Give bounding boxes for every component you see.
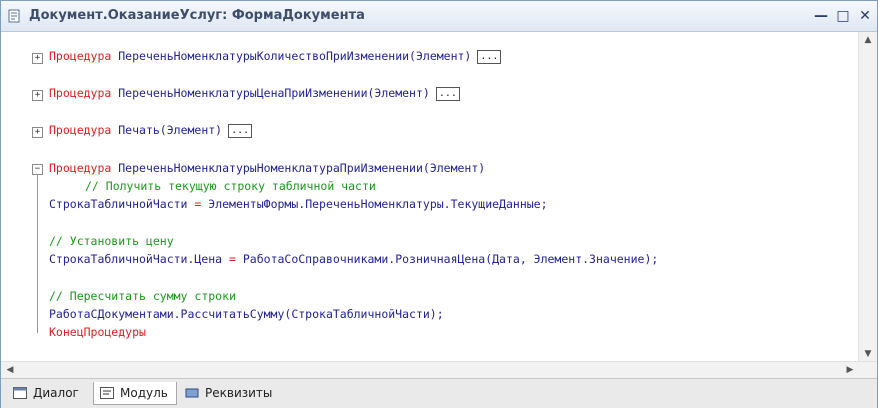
procedure-name: ПереченьНоменклатурыЦенаПриИзменении — [118, 86, 368, 100]
procedure-line: Процедура ПереченьНоменклатурыНоменклату… — [49, 161, 485, 175]
keyword: Процедура — [49, 161, 112, 175]
tab-label: Реквизиты — [205, 386, 273, 400]
procedure-line: Процедура Печать(Элемент)... — [49, 123, 253, 138]
procedure-args: (Элемент) — [422, 161, 486, 175]
minimize-button[interactable]: — — [813, 8, 829, 24]
expand-icon[interactable]: + — [32, 53, 43, 64]
attributes-icon — [185, 388, 199, 398]
statement-call: РаботаСДокументами.РассчитатьСумму(Строк… — [49, 307, 444, 321]
assign-operator: = — [187, 197, 209, 211]
procedure-name: Печать — [118, 123, 160, 137]
tab-attributes[interactable]: Реквизиты — [179, 382, 280, 404]
tab-bar: Диалог Модуль Реквизиты — [1, 378, 877, 408]
comment: // Установить цену — [49, 234, 174, 248]
procedure-line: Процедура ПереченьНоменклатурыКоличество… — [49, 49, 502, 64]
procedure-args: (Элемент) — [159, 123, 223, 137]
vertical-scrollbar[interactable]: ▲ ▼ — [858, 32, 877, 362]
expand-icon[interactable]: + — [32, 90, 43, 101]
window-title: Документ.ОказаниеУслуг: ФормаДокумента — [29, 8, 365, 23]
horizontal-scrollbar[interactable]: ◀ ▶ — [1, 361, 877, 378]
procedure-line: Процедура ПереченьНоменклатурыЦенаПриИзм… — [49, 86, 460, 101]
tab-dialog[interactable]: Диалог — [7, 382, 87, 404]
collapsed-body-button[interactable]: ... — [435, 86, 460, 101]
code-editor[interactable]: + Процедура ПереченьНоменклатурыКоличест… — [5, 33, 857, 359]
statement-lhs: СтрокаТабличнойЧасти — [49, 197, 188, 211]
procedure-args: (Элемент) — [367, 86, 430, 100]
scroll-down-icon[interactable]: ▼ — [859, 346, 877, 362]
comment-line: // Установить цену — [49, 234, 174, 248]
statement-line: СтрокаТабличнойЧасти.Цена = РаботаСоСпра… — [49, 252, 658, 266]
end-procedure-line: КонецПроцедуры — [49, 325, 146, 339]
collapsed-body-button[interactable]: ... — [477, 49, 502, 64]
module-icon — [100, 387, 114, 399]
comment-line: // Получить текущую строку табличной час… — [85, 179, 376, 193]
tab-module[interactable]: Модуль — [93, 382, 177, 405]
statement-rhs: РаботаСоСправочниками.РозничнаяЦена(Дата… — [242, 252, 659, 266]
keyword: Процедура — [49, 123, 112, 137]
collapsed-body-button[interactable]: ... — [228, 123, 253, 138]
comment: // Пересчитать сумму строки — [49, 289, 236, 303]
assign-operator: = — [222, 252, 243, 266]
tab-label: Диалог — [33, 386, 79, 400]
maximize-button[interactable]: □ — [835, 8, 851, 24]
comment-line: // Пересчитать сумму строки — [49, 289, 236, 303]
procedure-name: ПереченьНоменклатурыНоменклатураПриИзмен… — [118, 161, 423, 175]
scroll-right-icon[interactable]: ▶ — [841, 362, 859, 378]
close-button[interactable]: ✕ — [857, 8, 873, 24]
statement-line: РаботаСДокументами.РассчитатьСумму(Строк… — [49, 307, 444, 321]
document-icon — [8, 9, 20, 23]
collapse-icon[interactable]: − — [32, 164, 43, 175]
tab-label: Модуль — [120, 386, 168, 400]
keyword: Процедура — [49, 49, 112, 63]
keyword: Процедура — [49, 86, 112, 100]
statement-lhs: СтрокаТабличнойЧасти.Цена — [49, 252, 223, 266]
dialog-icon — [13, 387, 27, 399]
title-bar[interactable]: Документ.ОказаниеУслуг: ФормаДокумента —… — [1, 1, 877, 32]
scroll-left-icon[interactable]: ◀ — [1, 362, 19, 378]
statement-rhs: ЭлементыФормы.ПереченьНоменклатуры.Текущ… — [208, 197, 548, 211]
scroll-up-icon[interactable]: ▲ — [859, 32, 877, 48]
comment: // Получить текущую строку табличной час… — [85, 179, 376, 193]
keyword: КонецПроцедуры — [49, 325, 146, 339]
fold-guide — [37, 175, 38, 333]
procedure-args: (Элемент) — [409, 49, 472, 63]
statement-line: СтрокаТабличнойЧасти = ЭлементыФормы.Пер… — [49, 197, 548, 211]
expand-icon[interactable]: + — [32, 127, 43, 138]
document-form-window: Документ.ОказаниеУслуг: ФормаДокумента —… — [0, 0, 878, 408]
procedure-name: ПереченьНоменклатурыКоличествоПриИзменен… — [118, 49, 410, 63]
